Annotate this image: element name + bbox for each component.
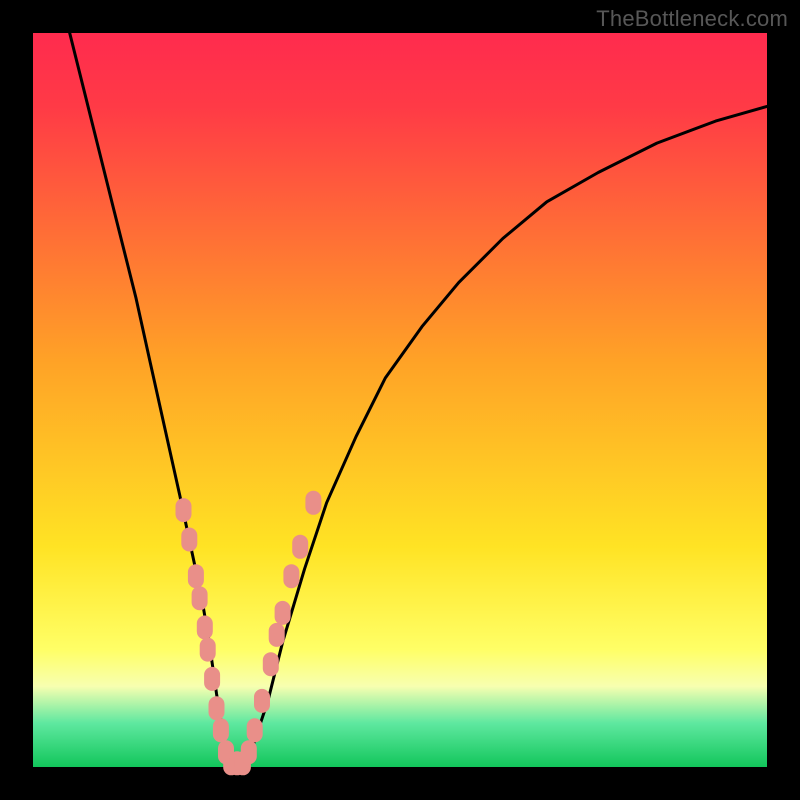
data-marker [254, 689, 270, 713]
data-marker [204, 667, 220, 691]
data-marker [283, 564, 299, 588]
data-marker [213, 718, 229, 742]
watermark-text: TheBottleneck.com [596, 6, 788, 32]
curve-layer [0, 0, 800, 800]
data-marker [197, 616, 213, 640]
chart-frame: TheBottleneck.com [0, 0, 800, 800]
data-marker [188, 564, 204, 588]
data-marker [176, 498, 192, 522]
data-marker [305, 491, 321, 515]
data-marker [209, 696, 225, 720]
data-marker [192, 586, 208, 610]
data-marker [269, 623, 285, 647]
data-marker [247, 718, 263, 742]
data-marker [181, 528, 197, 552]
data-marker [292, 535, 308, 559]
data-marker [241, 740, 257, 764]
data-marker [200, 638, 216, 662]
bottleneck-curve [70, 33, 767, 767]
data-marker [275, 601, 291, 625]
data-marker [263, 652, 279, 676]
